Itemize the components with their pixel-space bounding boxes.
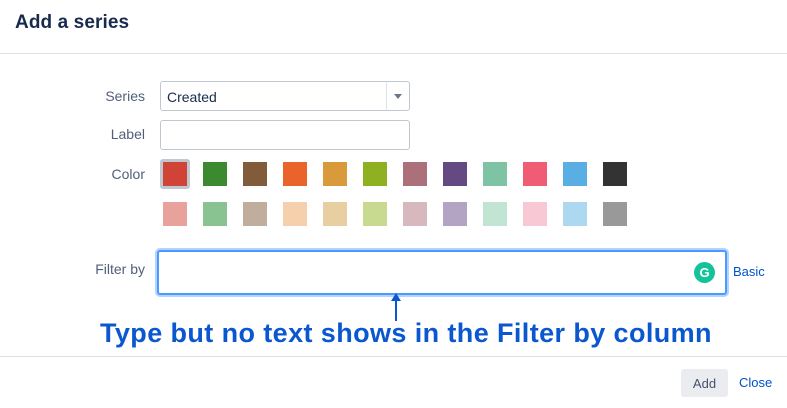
color-swatch-fill bbox=[323, 202, 347, 226]
annotation-text: Type but no text shows in the Filter by … bbox=[100, 318, 712, 348]
color-swatch-fill bbox=[243, 202, 267, 226]
color-swatch-fill bbox=[363, 162, 387, 186]
color-swatch-fill bbox=[243, 162, 267, 186]
color-swatch[interactable] bbox=[520, 159, 550, 189]
color-swatch-fill bbox=[483, 202, 507, 226]
dialog-title: Add a series bbox=[15, 12, 130, 33]
color-row-dark bbox=[160, 159, 630, 189]
color-swatch[interactable] bbox=[200, 159, 230, 189]
color-swatch-fill bbox=[563, 202, 587, 226]
color-swatch[interactable] bbox=[400, 159, 430, 189]
color-swatch-fill bbox=[563, 162, 587, 186]
color-swatch[interactable] bbox=[320, 159, 350, 189]
dialog-footer bbox=[0, 356, 787, 408]
series-select-value: Created bbox=[167, 89, 217, 105]
add-button[interactable]: Add bbox=[681, 369, 728, 397]
color-swatch-fill bbox=[443, 202, 467, 226]
basic-link[interactable]: Basic bbox=[733, 264, 765, 279]
chevron-down-icon[interactable] bbox=[386, 82, 409, 110]
series-label: Series bbox=[105, 88, 145, 104]
color-swatch-fill bbox=[283, 202, 307, 226]
color-swatch[interactable] bbox=[280, 199, 310, 229]
color-swatch[interactable] bbox=[520, 199, 550, 229]
grammarly-icon[interactable]: G bbox=[694, 262, 715, 283]
color-swatch[interactable] bbox=[480, 159, 510, 189]
color-swatch[interactable] bbox=[160, 199, 190, 229]
color-swatch-fill bbox=[523, 202, 547, 226]
color-swatch-fill bbox=[163, 162, 187, 186]
color-swatch-fill bbox=[403, 162, 427, 186]
color-swatch[interactable] bbox=[600, 159, 630, 189]
color-swatch-fill bbox=[203, 202, 227, 226]
add-series-dialog: Add a series Series Created Label Color … bbox=[0, 0, 787, 408]
label-input[interactable] bbox=[160, 120, 410, 150]
color-label: Color bbox=[111, 166, 145, 182]
close-link[interactable]: Close bbox=[739, 375, 772, 390]
color-swatch[interactable] bbox=[160, 159, 190, 189]
filter-label: Filter by bbox=[95, 261, 145, 277]
color-swatch-fill bbox=[163, 202, 187, 226]
label-field-label: Label bbox=[110, 126, 145, 142]
color-swatch-fill bbox=[363, 202, 387, 226]
color-swatch[interactable] bbox=[560, 159, 590, 189]
color-swatch[interactable] bbox=[440, 199, 470, 229]
color-swatch-fill bbox=[603, 202, 627, 226]
color-swatch-fill bbox=[603, 162, 627, 186]
color-swatch[interactable] bbox=[200, 199, 230, 229]
color-swatch[interactable] bbox=[360, 159, 390, 189]
color-swatch[interactable] bbox=[480, 199, 510, 229]
color-swatch[interactable] bbox=[320, 199, 350, 229]
color-row-light bbox=[160, 199, 630, 229]
filter-input[interactable]: G bbox=[157, 250, 727, 295]
color-swatch-fill bbox=[523, 162, 547, 186]
color-swatch[interactable] bbox=[560, 199, 590, 229]
color-swatch[interactable] bbox=[240, 159, 270, 189]
color-swatch-fill bbox=[483, 162, 507, 186]
color-swatch-fill bbox=[323, 162, 347, 186]
dialog-header: Add a series bbox=[0, 0, 787, 54]
color-swatch-fill bbox=[443, 162, 467, 186]
color-swatch-fill bbox=[403, 202, 427, 226]
color-swatch[interactable] bbox=[280, 159, 310, 189]
color-swatch[interactable] bbox=[440, 159, 470, 189]
color-swatch[interactable] bbox=[240, 199, 270, 229]
color-swatch[interactable] bbox=[600, 199, 630, 229]
color-swatch-fill bbox=[203, 162, 227, 186]
series-select[interactable]: Created bbox=[160, 81, 410, 111]
color-swatch[interactable] bbox=[400, 199, 430, 229]
color-swatch-fill bbox=[283, 162, 307, 186]
color-swatch[interactable] bbox=[360, 199, 390, 229]
